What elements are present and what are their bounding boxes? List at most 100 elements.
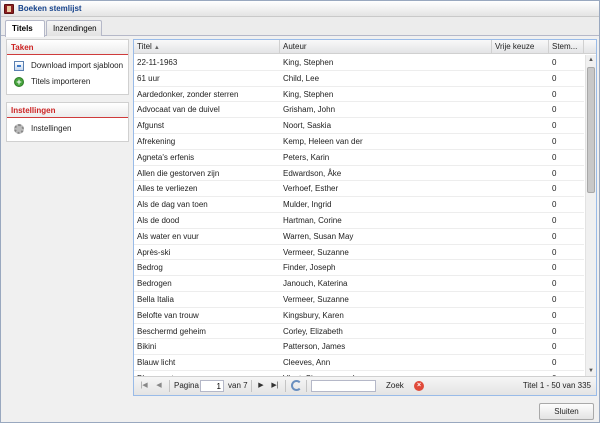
last-page-icon[interactable]: ▶|	[270, 381, 280, 391]
first-page-icon[interactable]: |◀	[139, 381, 149, 391]
table-row[interactable]: Aardedonker, zonder sterren King, Stephen…	[134, 87, 584, 103]
cell-titel: Bella Italia	[137, 294, 174, 304]
cell-stemmen: 0	[552, 247, 557, 257]
cell-stemmen: 0	[552, 310, 557, 320]
cell-titel: Afrekening	[137, 136, 176, 146]
column-header-vrije-keuze[interactable]: Vrije keuze	[492, 40, 549, 54]
scroll-up-icon[interactable]: ▲	[586, 55, 596, 65]
cell-auteur: Corley, Elizabeth	[283, 326, 343, 336]
column-header-auteur[interactable]: Auteur	[280, 40, 492, 54]
cell-auteur: Kemp, Heleen van der	[283, 136, 363, 146]
cell-stemmen: 0	[552, 184, 557, 194]
scroll-down-icon[interactable]: ▼	[586, 366, 596, 376]
import-titles-label: Titels importeren	[31, 77, 91, 86]
table-row[interactable]: Afgunst Noort, Saskia 0	[134, 118, 584, 134]
table-row[interactable]: Blauw licht Cleeves, Ann 0	[134, 355, 584, 371]
cell-titel: 22-11-1963	[137, 58, 178, 67]
cell-stemmen: 0	[552, 168, 557, 178]
download-template-icon	[14, 61, 24, 71]
cell-auteur: Edwardson, Åke	[283, 168, 342, 178]
sidebar: Taken Download import sjabloon + Titels …	[6, 39, 129, 396]
toolbar-separator	[285, 380, 286, 392]
grid-header: Titel ▲ Auteur Vrije keuze Stem...	[134, 40, 596, 54]
close-button[interactable]: Sluiten	[539, 403, 594, 420]
download-template-link[interactable]: Download import sjabloon	[7, 58, 128, 74]
table-row[interactable]: Alles te verliezen Verhoef, Esther 0	[134, 181, 584, 198]
page-number-input[interactable]	[200, 380, 224, 392]
table-row[interactable]: Agneta's erfenis Peters, Karin 0	[134, 150, 584, 166]
cell-titel: Afgunst	[137, 121, 165, 131]
refresh-icon[interactable]	[291, 380, 302, 391]
page-count-label: van 7	[228, 381, 248, 390]
cell-stemmen: 0	[552, 215, 557, 225]
table-row[interactable]: Advocaat van de duivel Grisham, John 0	[134, 102, 584, 119]
page-label: Pagina	[174, 381, 199, 390]
table-row[interactable]: Allen die gestorven zijn Edwardson, Åke 0	[134, 166, 584, 182]
tab-titels[interactable]: Titels	[5, 20, 45, 37]
cell-titel: Advocaat van de duivel	[137, 105, 220, 115]
table-row[interactable]: Als water en vuur Warren, Susan May 0	[134, 229, 584, 245]
paging-info: Titel 1 - 50 van 335	[522, 381, 591, 390]
table-row[interactable]: Après-ski Vermeer, Suzanne 0	[134, 245, 584, 261]
cell-auteur: Warren, Susan May	[283, 231, 354, 241]
cell-titel: Après-ski	[137, 247, 171, 257]
search-button[interactable]: Zoek	[386, 381, 404, 391]
sort-asc-icon: ▲	[153, 45, 160, 51]
table-row[interactable]: Bedrogen Janouch, Katerina 0	[134, 276, 584, 292]
table-row[interactable]: Als de dood Hartman, Corine 0	[134, 213, 584, 229]
cell-auteur: Noort, Saskia	[283, 121, 332, 131]
clear-search-icon[interactable]: ×	[414, 381, 424, 391]
table-row[interactable]: Belofte van trouw Kingsbury, Karen 0	[134, 308, 584, 324]
next-page-icon[interactable]: ▶	[256, 381, 266, 391]
toolbar-separator	[306, 380, 307, 392]
table-row[interactable]: Als de dag van toen Mulder, Ingrid 0	[134, 197, 584, 213]
toolbar-separator	[169, 380, 170, 392]
toolbar-separator	[251, 380, 252, 392]
cell-auteur: Child, Lee	[283, 73, 320, 83]
cell-stemmen: 0	[552, 121, 557, 131]
table-row[interactable]: 61 uur Child, Lee 0	[134, 71, 584, 87]
cell-auteur: Patterson, James	[283, 342, 346, 352]
search-input[interactable]	[311, 380, 376, 392]
scroll-thumb[interactable]	[587, 67, 595, 193]
table-row[interactable]: Afrekening Kemp, Heleen van der 0	[134, 134, 584, 150]
window-titlebar[interactable]: Boeken stemlijst	[1, 1, 599, 17]
window-title: Boeken stemlijst	[18, 4, 82, 13]
cell-titel: 61 uur	[137, 73, 160, 83]
cell-auteur: Vermeer, Suzanne	[283, 294, 349, 304]
column-header-titel[interactable]: Titel ▲	[134, 40, 280, 54]
cell-titel: Blauw licht	[137, 358, 176, 368]
cell-titel: Beschermd geheim	[137, 326, 206, 336]
cell-auteur: Finder, Joseph	[283, 263, 336, 273]
table-row[interactable]: Bedrog Finder, Joseph 0	[134, 260, 584, 277]
table-row[interactable]: Beschermd geheim Corley, Elizabeth 0	[134, 324, 584, 340]
previous-page-icon[interactable]: ◀	[154, 381, 164, 391]
cell-auteur: Grisham, John	[283, 105, 336, 115]
import-titles-link[interactable]: + Titels importeren	[7, 74, 128, 90]
settings-link[interactable]: Instellingen	[7, 121, 128, 137]
cell-titel: Als water en vuur	[137, 231, 199, 241]
tab-inzendingen[interactable]: Inzendingen	[46, 20, 102, 36]
column-header-stemmen[interactable]: Stem...	[549, 40, 584, 54]
cell-auteur: Mulder, Ingrid	[283, 200, 332, 210]
cell-titel: Aardedonker, zonder sterren	[137, 89, 239, 99]
cell-titel: Bedrogen	[137, 279, 172, 289]
grid-body: 22-11-1963 King, Stephen 0 61 uur Child, Lee…	[134, 55, 584, 376]
cell-stemmen: 0	[552, 58, 557, 67]
cell-auteur: Hartman, Corine	[283, 215, 342, 225]
cell-auteur: King, Stephen	[283, 89, 334, 99]
vertical-scrollbar[interactable]: ▲ ▼	[585, 55, 596, 376]
cell-titel: Allen die gestorven zijn	[137, 168, 220, 178]
cell-auteur: Kingsbury, Karen	[283, 310, 344, 320]
cell-stemmen: 0	[552, 326, 557, 336]
cell-titel: Bikini	[137, 342, 157, 352]
cell-titel: Agneta's erfenis	[137, 152, 195, 162]
cell-stemmen: 0	[552, 73, 557, 83]
table-row[interactable]: Bikini Patterson, James 0	[134, 339, 584, 356]
taken-header: Taken	[7, 40, 128, 55]
cell-stemmen: 0	[552, 342, 557, 352]
table-row[interactable]: 22-11-1963 King, Stephen 0	[134, 55, 584, 71]
cell-auteur: Peters, Karin	[283, 152, 330, 162]
cell-stemmen: 0	[552, 358, 557, 368]
table-row[interactable]: Bella Italia Vermeer, Suzanne 0	[134, 292, 584, 308]
